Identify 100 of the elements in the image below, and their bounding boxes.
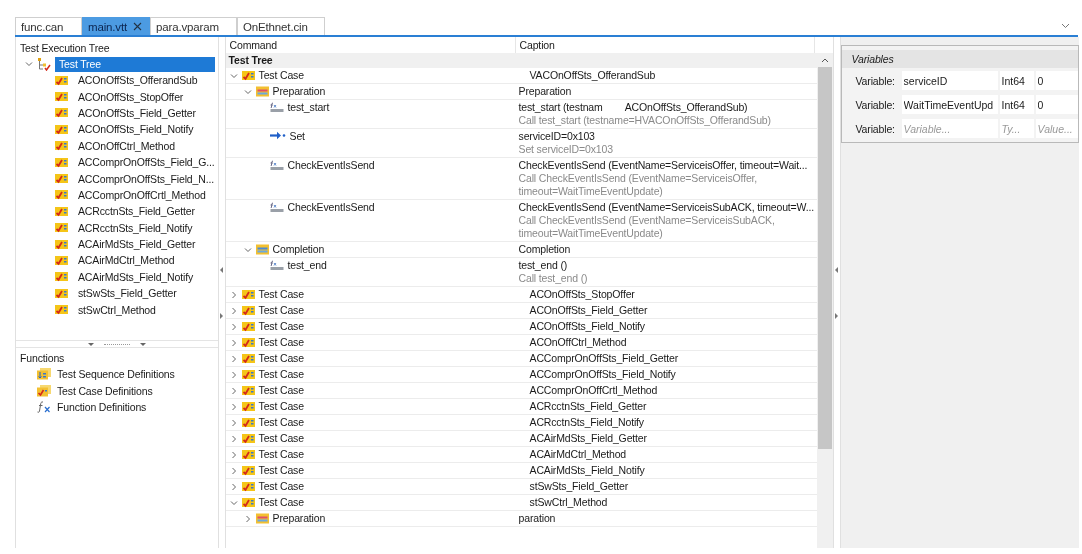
tree-item[interactable]: stSwCtrl_Method — [78, 303, 156, 316]
grid-row[interactable]: Test Case ACRcctnSts_Field_Notify — [225, 415, 817, 431]
expand-chevron-icon[interactable] — [229, 451, 238, 459]
grid-row[interactable]: Set serviceID=0x103 Set serviceID=0x103 — [225, 129, 817, 158]
tree-item[interactable]: ACComprOnOffSts_Field_G... — [78, 156, 215, 169]
test-case-icon — [55, 205, 68, 217]
grid-row[interactable]: test_start test_start (testnam ACOnOffSts_OfferandSub) Call test_start (testname=HVACOnOffSts_OfferandSub) — [225, 100, 817, 129]
expand-chevron-icon[interactable] — [243, 515, 252, 523]
file-tab[interactable]: para.vparam — [150, 17, 237, 35]
grid-row[interactable]: Test Case ACComprOnOffSts_Field_Notify — [225, 367, 817, 383]
value-field[interactable]: Value... — [1035, 119, 1078, 138]
test-case-icon — [241, 353, 255, 364]
tree-item[interactable]: ACComprOnOffSts_Field_N... — [78, 172, 214, 185]
expand-chevron-icon[interactable] — [229, 435, 238, 443]
grid-row[interactable]: Test Case ACOnOffSts_StopOffer — [225, 287, 817, 303]
grid-row[interactable]: Test Case VACOnOffSts_OfferandSub — [225, 68, 817, 84]
collapse-chevron-icon[interactable] — [229, 72, 238, 80]
file-tab[interactable]: main.vtt — [82, 17, 150, 35]
grid-row[interactable]: Preparation Preparation — [225, 84, 817, 100]
tree-item[interactable]: ACAirMdSts_Field_Getter — [78, 238, 196, 251]
grid-row[interactable]: Preparation paration — [225, 511, 817, 527]
caption-text: ACOnOffSts_OfferandSub) — [624, 101, 748, 114]
grid-row[interactable]: Test Case ACOnOffCtrl_Method — [225, 335, 817, 351]
grid-row[interactable]: Test Case ACAirMdSts_Field_Notify — [225, 463, 817, 479]
tree-item[interactable]: ACRcctnSts_Field_Notify — [78, 221, 193, 234]
caption-text: ACAirMdSts_Field_Getter — [529, 432, 647, 445]
preparation-icon — [255, 513, 269, 524]
scroll-up-icon[interactable] — [820, 57, 829, 63]
collapse-chevron-icon[interactable] — [243, 88, 252, 96]
expand-chevron-icon[interactable] — [229, 323, 238, 331]
tree-item[interactable]: ACComprOnOffCrtl_Method — [78, 188, 206, 201]
command-label: Preparation — [272, 512, 326, 525]
tree-item[interactable]: ACOnOffSts_Field_Getter — [78, 106, 196, 119]
grid-row[interactable]: CheckEventIsSend CheckEventIsSend (EventName=ServiceisOffer, timeout=Wait... Call CheckEventIsSend (EventName=ServiceisOffer, timeout=WaitTimeEventUpdate) — [225, 158, 817, 200]
test-case-icon — [55, 91, 68, 103]
variable-name-field[interactable]: Variable... — [901, 119, 998, 138]
dropdown-chevron-icon[interactable] — [1061, 23, 1070, 29]
command-label: test_end — [287, 259, 327, 272]
scrollbar[interactable] — [816, 53, 833, 548]
tree-item[interactable]: ACAirMdSts_Field_Notify — [78, 270, 193, 283]
grid-row[interactable]: Test Case ACAirMdCtrl_Method — [225, 447, 817, 463]
type-field[interactable]: Int64 — [999, 95, 1034, 114]
caption-text: ACRcctnSts_Field_Getter — [529, 400, 647, 413]
expand-chevron-icon[interactable] — [229, 387, 238, 395]
file-tab[interactable]: OnEthnet.cin — [237, 17, 325, 35]
function-item[interactable]: Function Definitions — [57, 401, 147, 414]
tree-item[interactable]: stSwSts_Field_Getter — [78, 287, 177, 300]
expand-chevron-icon[interactable] — [229, 483, 238, 491]
grid-row[interactable]: CheckEventIsSend CheckEventIsSend (EventName=ServiceisSubACK, timeout=W... Call CheckEventIsSend (EventName=ServiceisSubACK, timeout=WaitTimeEventUpdate) — [225, 200, 817, 242]
grid-row[interactable]: Test Case stSwSts_Field_Getter — [225, 479, 817, 495]
expand-chevron-icon[interactable] — [229, 419, 238, 427]
function-item[interactable]: Test Case Definitions — [57, 384, 153, 397]
grid-row[interactable]: Test Case ACComprOnOffCrtl_Method — [225, 383, 817, 399]
grid-row[interactable]: test_end test_end () Call test_end () — [225, 258, 817, 287]
tree-item[interactable]: ACOnOffSts_OfferandSub — [78, 74, 198, 87]
expand-chevron-icon[interactable] — [229, 355, 238, 363]
tree-item[interactable]: Test Tree — [55, 56, 215, 72]
caption-text: VACOnOffSts_OfferandSub — [529, 69, 656, 82]
caption-text: ACAirMdCtrl_Method — [529, 448, 627, 461]
function-item[interactable]: Test Sequence Definitions — [57, 368, 175, 381]
tree-item[interactable]: ACAirMdCtrl_Method — [78, 254, 175, 267]
command-label: Completion — [272, 243, 325, 256]
expand-chevron-icon[interactable] — [229, 291, 238, 299]
test-case-icon — [55, 140, 68, 152]
test-case-icon — [241, 289, 255, 300]
grid-row[interactable]: Test Case stSwCtrl_Method — [225, 495, 817, 511]
expand-chevron-icon[interactable] — [229, 403, 238, 411]
grid-row[interactable]: Completion Completion — [225, 242, 817, 258]
value-field[interactable]: 0 — [1035, 95, 1078, 114]
splitter-handle[interactable] — [16, 340, 218, 348]
function-call-icon — [269, 102, 284, 113]
value-field[interactable]: 0 — [1035, 71, 1078, 90]
grid-row[interactable]: Test Case ACComprOnOffSts_Field_Getter — [225, 351, 817, 367]
function-call-icon — [269, 160, 284, 171]
collapse-chevron-icon[interactable] — [243, 246, 252, 254]
collapse-chevron-icon[interactable] — [25, 60, 33, 68]
grid-row[interactable]: Test Case ACAirMdSts_Field_Getter — [225, 431, 817, 447]
expand-chevron-icon[interactable] — [229, 307, 238, 315]
tree-item[interactable]: ACOnOffCtrl_Method — [78, 139, 175, 152]
tree-item[interactable]: ACOnOffSts_StopOffer — [78, 90, 184, 103]
tree-item[interactable]: ACRcctnSts_Field_Getter — [78, 205, 195, 218]
close-icon[interactable] — [133, 22, 143, 31]
collapse-chevron-icon[interactable] — [229, 499, 238, 507]
command-label: Test Case — [258, 384, 304, 397]
command-label: Set — [289, 130, 305, 143]
grid-row[interactable]: Test Case ACOnOffSts_Field_Getter — [225, 303, 817, 319]
function-call-icon — [269, 260, 284, 271]
file-tab[interactable]: func.can — [15, 17, 82, 35]
expand-chevron-icon[interactable] — [229, 339, 238, 347]
grid-row[interactable]: Test Case ACRcctnSts_Field_Getter — [225, 399, 817, 415]
variable-name-field[interactable]: WaitTimeEventUpd — [901, 95, 998, 114]
function-call-icon — [269, 202, 284, 213]
caption-detail: Call CheckEventIsSend (EventName=ServiceisOffer, timeout=WaitTimeEventUpdate) — [518, 172, 759, 198]
tree-item[interactable]: ACOnOffSts_Field_Notify — [78, 123, 194, 136]
type-field[interactable]: Int64 — [999, 71, 1034, 90]
type-field[interactable]: Ty... — [999, 119, 1034, 138]
expand-chevron-icon[interactable] — [229, 371, 238, 379]
expand-chevron-icon[interactable] — [229, 467, 238, 475]
variable-name-field[interactable]: serviceID — [901, 71, 998, 90]
grid-row[interactable]: Test Case ACOnOffSts_Field_Notify — [225, 319, 817, 335]
